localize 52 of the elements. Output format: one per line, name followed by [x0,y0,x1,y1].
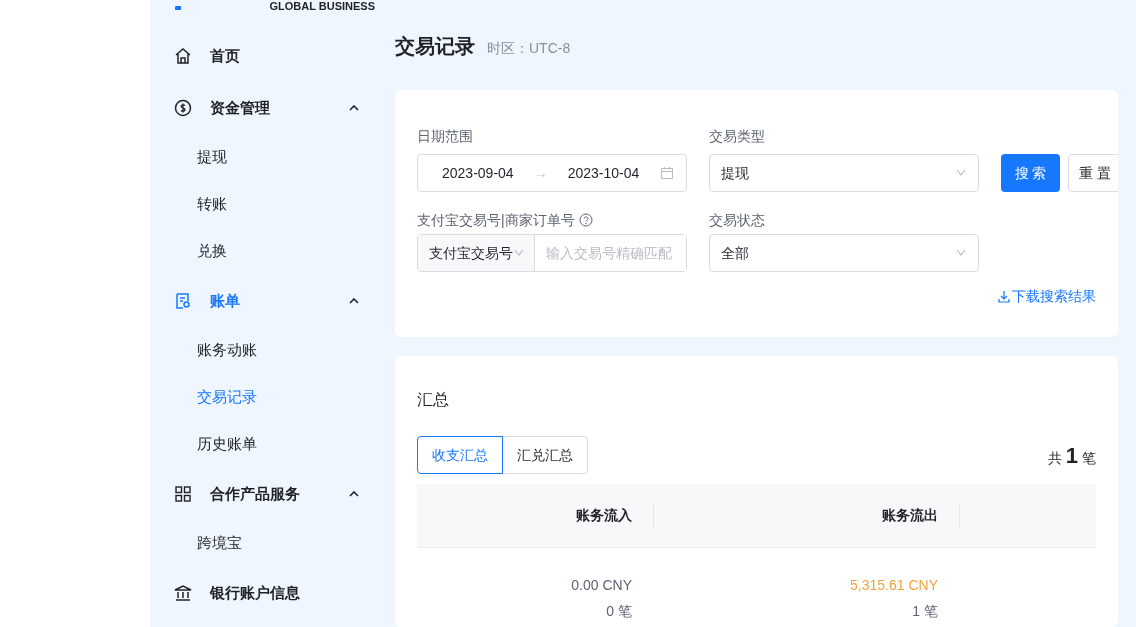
id-type-select[interactable]: 支付宝交易号 [418,235,535,271]
table-cell-text: 5,315.61 CNY [850,576,938,595]
home-icon [174,47,192,65]
sidebar-subitem[interactable]: 跨境宝 [150,520,375,567]
chevron-down-icon [956,169,966,177]
sidebar-item[interactable]: 银行账户信息 [150,567,375,619]
page-title: 交易记录 [395,36,475,56]
summary-tab[interactable]: 收支汇总 [417,436,503,474]
transaction-type-select[interactable]: 提现 [709,154,979,192]
sidebar-item[interactable]: 合作产品服务 [150,468,375,520]
field-label: 日期范围 [417,127,474,146]
search-button[interactable]: 搜 索 [1001,154,1060,192]
chevron-up-icon[interactable] [349,105,359,111]
sidebar-item[interactable]: 首页 [150,30,375,82]
table-cell-text: 0.00 CNY [571,576,632,595]
sidebar-subitem[interactable]: 历史账单 [150,421,375,468]
sidebar-subitem[interactable]: 转账 [150,181,375,228]
field-label: 支付宝交易号|商家订单号 [417,210,575,230]
table-cell-text: 1 笔 [912,602,938,621]
column-header: 账务流入 [576,506,632,525]
calendar-icon [660,166,674,180]
sidebar-subitem[interactable]: 交易记录 [150,374,375,421]
transaction-number-field[interactable]: 支付宝交易号 输入交易号精确匹配 [417,234,687,272]
logo-subtitle: GLOBAL BUSINESS [269,1,375,12]
download-link[interactable]: 下载搜索结果 [998,286,1096,307]
grid-icon [174,485,192,503]
sidebar-item[interactable]: 账单 [150,275,375,327]
column-header: 账务流出 [882,506,938,525]
sidebar-item[interactable]: 资金管理 [150,82,375,134]
field-label: 交易状态 [709,210,766,230]
chevron-down-icon [514,249,524,257]
chevron-down-icon [956,249,966,257]
section-title: 汇总 [417,390,450,410]
sidebar-subitem[interactable]: 提现 [150,134,375,181]
total-count: 共 1 笔 [1047,441,1096,470]
help-icon[interactable] [578,213,593,227]
timezone-label: 时区：UTC-8 [487,41,571,55]
reset-button[interactable]: 重 置 [1068,154,1118,192]
chevron-up-icon[interactable] [349,491,359,497]
bill-icon [174,292,192,310]
sidebar-subitem[interactable]: 兑换 [150,228,375,275]
chevron-up-icon[interactable] [349,298,359,304]
bank-icon [174,584,192,602]
date-range-field[interactable]: 2023-09-04 → 2023-10-04 [417,154,687,192]
range-separator: → [533,163,548,183]
sidebar-subitem[interactable]: 账务动账 [150,327,375,374]
field-label: 交易类型 [709,127,766,146]
transaction-status-select[interactable]: 全部 [709,234,979,272]
download-icon [998,290,1010,303]
summary-tab[interactable]: 汇兑汇总 [502,436,588,474]
dollar-icon [174,99,192,117]
table-cell-text: 0 笔 [606,602,632,621]
